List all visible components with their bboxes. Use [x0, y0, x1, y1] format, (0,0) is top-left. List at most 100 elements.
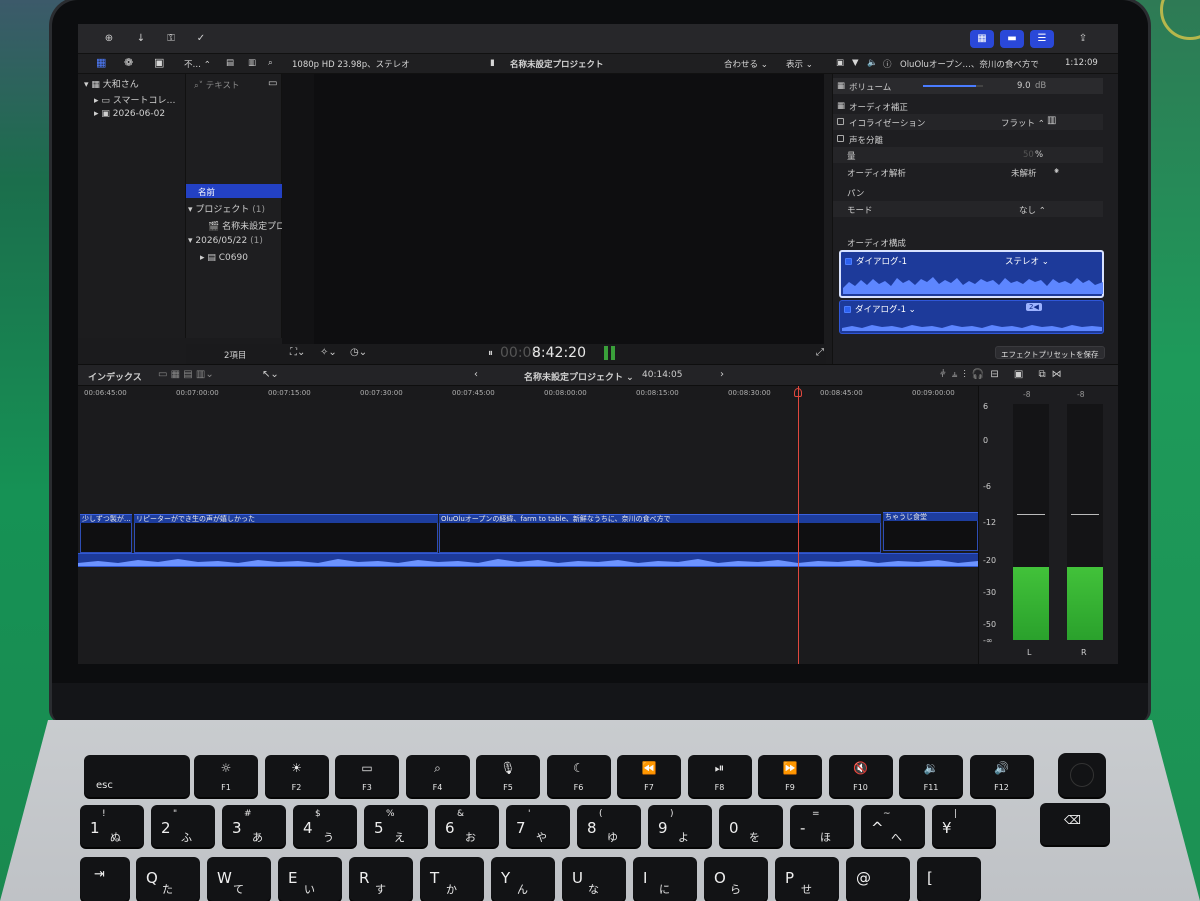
fullscreen-icon[interactable]: ⤢: [816, 347, 824, 358]
caption-1[interactable]: 少しずつ製が…: [80, 514, 132, 523]
key-letter-9[interactable]: Pせ: [775, 857, 839, 901]
playhead-handle[interactable]: [794, 388, 802, 397]
search-icon[interactable]: ⌕: [268, 58, 273, 68]
key-num-5[interactable]: & 6 お: [435, 805, 499, 847]
key-f5[interactable]: 🎙 F5: [476, 755, 540, 797]
key-icon[interactable]: ⚿: [160, 30, 182, 48]
event-item[interactable]: ▸ ▣ 2026-06-02: [94, 109, 165, 123]
library-icon[interactable]: ▦: [96, 56, 106, 69]
timeline-toggle-icon[interactable]: ▬: [1000, 30, 1024, 48]
caption-4[interactable]: ちゃうじ食堂: [883, 512, 978, 521]
key-f8[interactable]: ⏯ F8: [687, 755, 752, 797]
component-1-name[interactable]: ダイアログ-1: [845, 255, 907, 267]
select-tool-icon[interactable]: ↖⌄: [262, 369, 279, 380]
caption-3[interactable]: OluOluオープンの経緯、farm to table、新鮮なうちに、奈川の食べ…: [439, 514, 881, 523]
inspector-info-icon[interactable]: ⓘ: [883, 58, 892, 70]
library-item[interactable]: ▾ ▦ 大和さん: [84, 77, 139, 91]
component-2-channel[interactable]: 2◀: [1026, 303, 1042, 311]
list-view-icon[interactable]: ▥: [248, 58, 256, 68]
key-f6[interactable]: ☾ F6: [546, 755, 611, 797]
inspector-video-icon[interactable]: ▣: [836, 58, 844, 68]
key-letter-11[interactable]: [: [917, 857, 981, 901]
key-f9[interactable]: ⏩ F9: [758, 755, 822, 797]
key-num-11[interactable]: ~ ^ へ: [861, 805, 925, 847]
download-icon[interactable]: ↓: [130, 30, 152, 48]
component-2-name[interactable]: ダイアログ-1 ⌄: [844, 303, 916, 315]
inspector-audio-icon[interactable]: 🔈: [867, 58, 878, 68]
filmstrip-icon[interactable]: ▤: [226, 58, 234, 68]
audio-component-2[interactable]: ダイアログ-1 ⌄ 2◀: [839, 300, 1104, 334]
key-touch-id[interactable]: [1058, 753, 1106, 797]
titles-icon[interactable]: ▣: [154, 56, 164, 69]
key-letter-3[interactable]: Rす: [349, 857, 413, 901]
fit-menu[interactable]: 合わせる ⌄: [724, 58, 768, 70]
key-f12[interactable]: 🔊 F12: [969, 755, 1034, 797]
audio-component-1[interactable]: ダイアログ-1 ステレオ ⌄: [839, 250, 1104, 298]
checkmark-icon[interactable]: ✓: [190, 30, 212, 48]
timeline-project-menu[interactable]: 名称未設定プロジェクト ⌄: [524, 370, 634, 383]
audio-clip-track[interactable]: [78, 553, 978, 567]
key-letter-2[interactable]: Eい: [278, 857, 342, 901]
key-num-4[interactable]: % 5 え: [364, 805, 428, 847]
key-f11[interactable]: 🔉 F11: [899, 755, 963, 797]
date-group[interactable]: ▾ 2026/05/22 (1): [188, 236, 263, 246]
voice-checkbox[interactable]: [837, 134, 848, 144]
key-esc[interactable]: esc: [84, 755, 190, 797]
browser-view-icon[interactable]: ▭: [268, 78, 277, 89]
timeline-ruler[interactable]: 00:06:45:00 00:07:00:00 00:07:15:00 00:07:3…: [78, 386, 978, 400]
project-group[interactable]: ▾ プロジェクト (1): [188, 202, 265, 215]
key-f10[interactable]: 🔇 F10: [828, 755, 893, 797]
pause-icon[interactable]: ⏸: [488, 348, 493, 359]
clip-item[interactable]: ▸ ▤ C0690: [200, 253, 248, 263]
index-button[interactable]: インデックス: [88, 370, 142, 383]
speed-icon[interactable]: ◷⌄: [350, 347, 367, 358]
volume-value[interactable]: 9.0: [1017, 81, 1031, 91]
key-letter-8[interactable]: Oら: [704, 857, 768, 901]
photos-icon[interactable]: ❁: [124, 56, 133, 69]
project-item[interactable]: 🎬 名称未設定プロ: [208, 219, 285, 232]
magic-wand-icon[interactable]: ⁕: [1053, 167, 1060, 177]
eq-checkbox[interactable]: [837, 117, 848, 127]
inspector-toggle-icon[interactable]: ☰: [1030, 30, 1054, 48]
amount-value[interactable]: 50: [1023, 150, 1034, 160]
key-num-0[interactable]: ! 1 ぬ: [80, 805, 144, 847]
forward-arrow-icon[interactable]: ›: [720, 369, 724, 380]
key-f2[interactable]: ☀ F2: [264, 755, 329, 797]
key-num-1[interactable]: " 2 ふ: [151, 805, 215, 847]
key-f4[interactable]: ⌕ F4: [405, 755, 470, 797]
key-delete[interactable]: ⌫: [1040, 803, 1110, 845]
key-letter-6[interactable]: Uな: [562, 857, 626, 901]
folder-selector[interactable]: 不… ⌃: [184, 58, 211, 70]
import-icon[interactable]: ⊕: [98, 30, 120, 48]
key-letter-4[interactable]: Tか: [420, 857, 484, 901]
component-1-channel[interactable]: ステレオ ⌄: [1005, 255, 1049, 267]
inspector-filter-icon[interactable]: ▼: [852, 58, 859, 68]
playhead[interactable]: [798, 386, 799, 664]
enhance-icon[interactable]: ✧⌄: [320, 347, 337, 358]
smart-collections-item[interactable]: ▸ ▭ スマートコレ…: [94, 93, 175, 107]
back-arrow-icon[interactable]: ‹: [474, 369, 478, 380]
key-letter-10[interactable]: @: [846, 857, 910, 901]
save-preset-button[interactable]: エフェクトプリセットを保存: [995, 346, 1105, 359]
eq-graph-icon[interactable]: ▥: [1047, 115, 1056, 126]
edit-tools-icons[interactable]: ▭ ▦ ▤ ▥⌄: [158, 369, 214, 380]
key-num-2[interactable]: #3 あ: [222, 805, 286, 847]
key-num-6[interactable]: ' 7 や: [506, 805, 570, 847]
browser-search[interactable]: ⌕˅ テキスト: [194, 79, 239, 91]
key-num-7[interactable]: (8 ゆ: [577, 805, 641, 847]
view-menu[interactable]: 表示 ⌄: [786, 58, 813, 70]
key-f1[interactable]: ☼ F1: [194, 755, 258, 797]
browser-toggle-icon[interactable]: ▦: [970, 30, 994, 48]
timeline-tools-icons[interactable]: ⫩⫨⫶🎧⊟ ▣ ⧉⋈: [940, 369, 1068, 380]
key-num-8[interactable]: ) 9 よ: [648, 805, 712, 847]
key-letter-1[interactable]: Wて: [207, 857, 271, 901]
key-letter-5[interactable]: Yん: [491, 857, 555, 901]
key-f3[interactable]: ▭ F3: [335, 755, 399, 797]
mode-value[interactable]: なし ⌃: [1019, 204, 1046, 216]
key-tab[interactable]: ⇥: [80, 857, 130, 901]
caption-2[interactable]: リピーターができ生の声が嬉しかった: [134, 514, 438, 523]
key-num-12[interactable]: | ¥: [932, 805, 996, 847]
key-letter-7[interactable]: Iに: [633, 857, 697, 901]
key-f7[interactable]: ⏪ F7: [617, 755, 681, 797]
name-column-header[interactable]: 名前: [186, 184, 282, 198]
